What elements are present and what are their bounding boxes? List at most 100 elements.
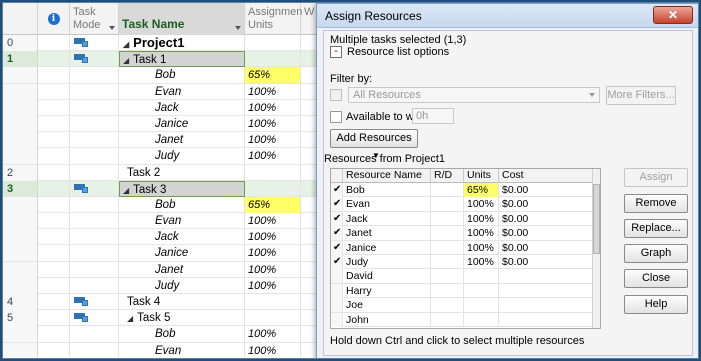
resource-rd-cell[interactable] bbox=[431, 183, 464, 197]
resource-cost-cell[interactable]: $0.00 bbox=[499, 197, 594, 212]
resource-rd-cell[interactable] bbox=[431, 269, 464, 284]
row-task-mode-cell[interactable] bbox=[70, 229, 119, 246]
row-id-cell[interactable] bbox=[3, 277, 38, 294]
resource-units-cell[interactable] bbox=[464, 312, 499, 327]
table-row[interactable]: Judy 100% bbox=[3, 277, 333, 294]
header-id[interactable] bbox=[3, 3, 38, 35]
resource-check-cell[interactable]: ✔ bbox=[331, 183, 343, 197]
table-row[interactable]: 2 Task 2 bbox=[3, 164, 333, 181]
row-task-mode-cell[interactable] bbox=[70, 115, 119, 132]
assign-button[interactable]: Assign bbox=[624, 168, 688, 187]
row-task-name-cell[interactable]: Janet bbox=[119, 261, 245, 278]
resource-row[interactable]: John bbox=[331, 312, 594, 327]
row-task-name-cell[interactable]: Jack bbox=[119, 99, 245, 116]
resource-cost-cell[interactable]: $0.00 bbox=[499, 255, 594, 269]
row-units-cell[interactable]: 100% bbox=[245, 342, 301, 358]
row-task-mode-cell[interactable] bbox=[70, 277, 119, 294]
resource-rd-cell[interactable] bbox=[431, 255, 464, 269]
resource-units-cell[interactable] bbox=[464, 298, 499, 313]
row-task-mode-cell[interactable] bbox=[70, 132, 119, 149]
row-id-cell[interactable] bbox=[3, 148, 38, 165]
resource-name-cell[interactable]: John bbox=[343, 312, 431, 327]
row-task-mode-cell[interactable] bbox=[70, 67, 119, 84]
row-task-name-cell[interactable]: ◢ Task 3 bbox=[119, 180, 245, 197]
row-id-cell[interactable]: 2 bbox=[3, 164, 38, 181]
row-units-cell[interactable] bbox=[245, 180, 301, 197]
collapse-triangle-icon[interactable]: ◢ bbox=[123, 56, 129, 65]
resource-cost-cell[interactable]: $0.00 bbox=[499, 240, 594, 255]
filter-select[interactable]: All Resources bbox=[348, 87, 600, 103]
resource-units-cell[interactable]: 65% bbox=[464, 183, 499, 197]
resource-check-cell[interactable]: ✔ bbox=[331, 255, 343, 269]
dialog-titlebar[interactable]: Assign Resources ✕ bbox=[317, 4, 698, 28]
resource-units-cell[interactable]: 100% bbox=[464, 240, 499, 255]
resource-cost-cell[interactable] bbox=[499, 283, 594, 298]
row-task-mode-cell[interactable] bbox=[70, 51, 119, 68]
row-id-cell[interactable] bbox=[3, 261, 38, 278]
row-units-cell[interactable] bbox=[245, 35, 301, 51]
row-task-mode-cell[interactable] bbox=[70, 245, 119, 262]
table-row[interactable]: Bob 65% bbox=[3, 67, 333, 84]
row-task-mode-cell[interactable] bbox=[70, 326, 119, 343]
row-units-cell[interactable]: 100% bbox=[245, 261, 301, 278]
resource-units-cell[interactable]: 100% bbox=[464, 226, 499, 241]
resource-units-cell[interactable] bbox=[464, 283, 499, 298]
row-units-cell[interactable] bbox=[245, 294, 301, 310]
row-units-cell[interactable]: 100% bbox=[245, 148, 301, 165]
row-units-cell[interactable]: 100% bbox=[245, 277, 301, 294]
table-row[interactable]: Janet 100% bbox=[3, 261, 333, 278]
table-row[interactable]: Jack 100% bbox=[3, 99, 333, 116]
row-id-cell[interactable]: 5 bbox=[3, 310, 38, 327]
resource-row[interactable]: ✔ Judy 100% $0.00 bbox=[331, 255, 594, 270]
row-id-cell[interactable] bbox=[3, 342, 38, 358]
resource-row[interactable]: ✔ Janice 100% $0.00 bbox=[331, 240, 594, 255]
resource-cost-cell[interactable] bbox=[499, 312, 594, 327]
collapse-triangle-icon[interactable]: ◢ bbox=[123, 186, 129, 195]
row-task-name-cell[interactable]: Janice bbox=[119, 115, 245, 132]
header-assignment-units[interactable]: Assignmen Units bbox=[245, 3, 302, 35]
resource-check-cell[interactable]: ✔ bbox=[331, 240, 343, 255]
table-row[interactable]: Evan 100% bbox=[3, 83, 333, 100]
table-row[interactable]: Janice 100% bbox=[3, 245, 333, 262]
collapse-options-button[interactable]: - bbox=[330, 46, 342, 58]
row-task-name-cell[interactable]: Bob bbox=[119, 196, 245, 213]
available-to-work-checkbox[interactable] bbox=[330, 111, 342, 123]
table-row[interactable]: Evan 100% bbox=[3, 342, 333, 358]
resource-units-cell[interactable]: 100% bbox=[464, 255, 499, 269]
row-id-cell[interactable] bbox=[3, 245, 38, 262]
row-task-name-cell[interactable]: Bob bbox=[119, 326, 245, 343]
resource-units-cell[interactable]: 100% bbox=[464, 197, 499, 212]
table-row[interactable]: Bob 100% bbox=[3, 326, 333, 343]
table-row[interactable]: 0 ◢ Project1 bbox=[3, 35, 333, 52]
add-resources-button[interactable]: Add Resources ▼ bbox=[330, 129, 418, 160]
row-units-cell[interactable]: 65% bbox=[245, 196, 301, 213]
row-task-name-cell[interactable]: Evan bbox=[119, 213, 245, 230]
row-task-mode-cell[interactable] bbox=[70, 342, 119, 358]
table-row[interactable]: Bob 65% bbox=[3, 196, 333, 214]
row-task-name-cell[interactable]: Task 2 bbox=[119, 164, 245, 181]
row-units-cell[interactable]: 100% bbox=[245, 213, 301, 230]
replace-button[interactable]: Replace... bbox=[624, 219, 688, 238]
row-task-name-cell[interactable]: Janice bbox=[119, 245, 245, 262]
row-task-mode-cell[interactable] bbox=[70, 310, 119, 327]
more-filters-button[interactable]: More Filters... bbox=[606, 86, 676, 105]
row-task-mode-cell[interactable] bbox=[70, 294, 119, 310]
table-row[interactable]: 5 ◢ Task 5 bbox=[3, 310, 333, 327]
row-task-name-cell[interactable]: Evan bbox=[119, 342, 245, 358]
resource-cost-cell[interactable]: $0.00 bbox=[499, 183, 594, 197]
row-units-cell[interactable]: 100% bbox=[245, 326, 301, 343]
row-task-mode-cell[interactable] bbox=[70, 164, 119, 181]
row-task-mode-cell[interactable] bbox=[70, 213, 119, 230]
row-id-cell[interactable] bbox=[3, 115, 38, 132]
table-row[interactable]: Janet 100% bbox=[3, 132, 333, 149]
filter-by-checkbox[interactable] bbox=[330, 89, 342, 101]
scrollbar-thumb[interactable] bbox=[593, 184, 600, 254]
resource-rd-cell[interactable] bbox=[431, 240, 464, 255]
row-units-cell[interactable]: 100% bbox=[245, 83, 301, 100]
resource-cost-cell[interactable] bbox=[499, 298, 594, 313]
row-id-cell[interactable]: 3 bbox=[3, 180, 38, 197]
row-id-cell[interactable]: 1 bbox=[3, 51, 38, 68]
row-task-name-cell[interactable]: ◢ Task 1 bbox=[119, 51, 245, 68]
resource-rd-cell[interactable] bbox=[431, 197, 464, 212]
resource-cost-cell[interactable]: $0.00 bbox=[499, 211, 594, 226]
